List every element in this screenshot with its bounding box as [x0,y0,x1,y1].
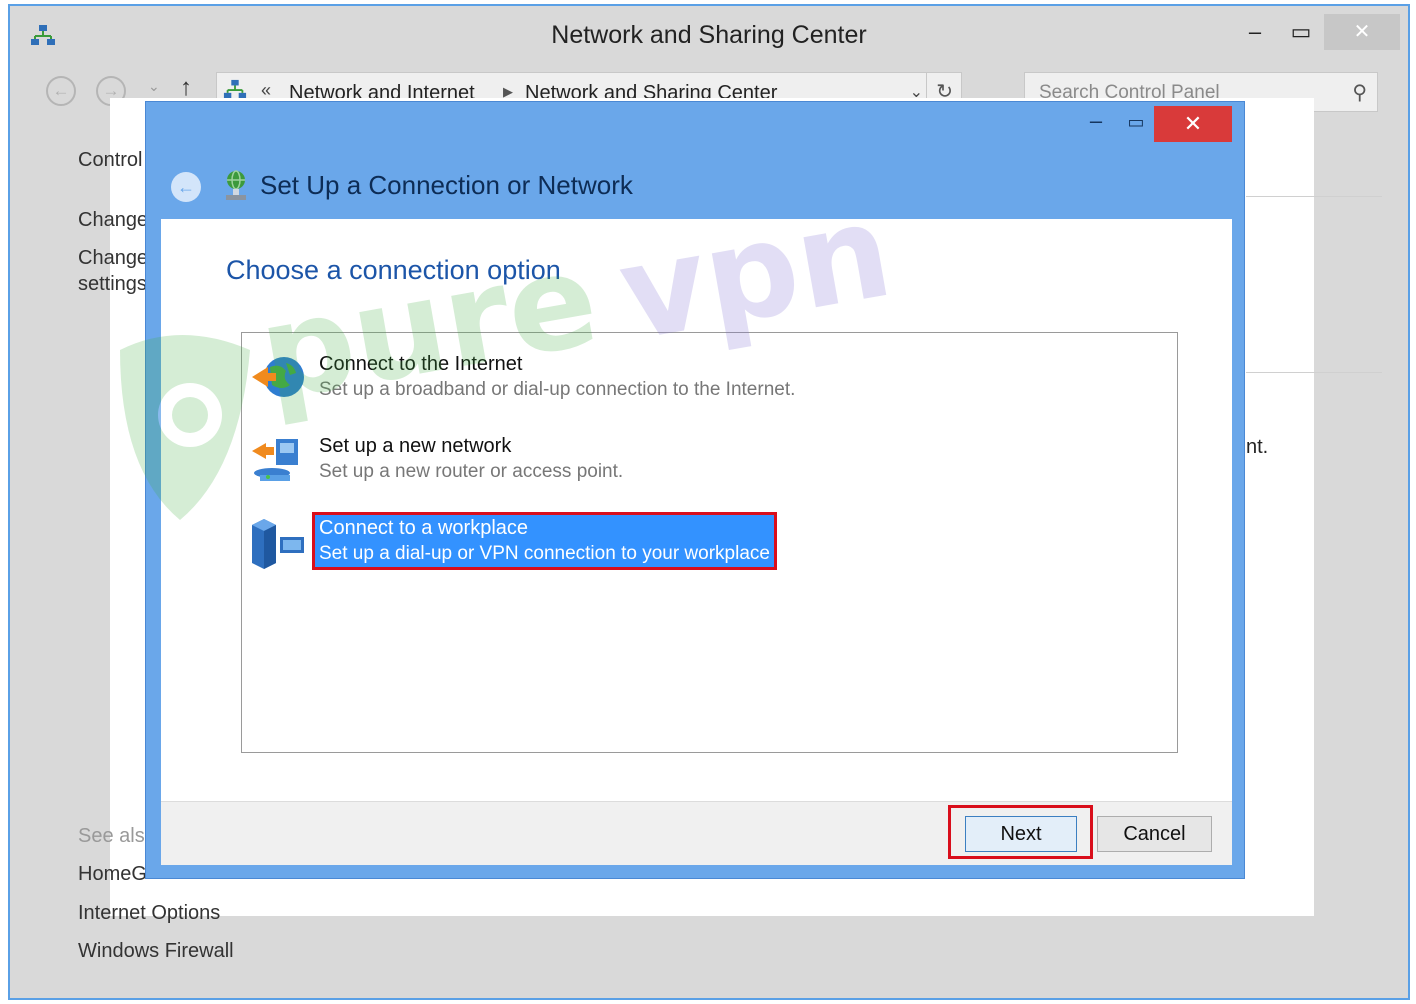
minimize-button[interactable]: ‒ [1232,14,1278,50]
instruction-heading: Choose a connection option [226,255,561,285]
link-homegroup[interactable]: HomeG [78,863,147,886]
dialog-back-icon[interactable]: ← [171,172,201,202]
maximize-button[interactable]: ▭ [1278,14,1324,50]
option-description: Set up a new router or access point. [319,461,624,482]
dialog-close-button[interactable]: ✕ [1154,106,1232,142]
divider [1246,196,1382,197]
back-arrow-icon[interactable]: ← [46,76,76,106]
workplace-icon [252,519,304,569]
network-setup-icon [226,170,246,200]
window-title: Network and Sharing Center [551,21,867,49]
option-description: Set up a dial-up or VPN connection to yo… [319,543,770,564]
search-icon[interactable]: ⚲ [1352,80,1367,105]
sidebar-item-control-panel[interactable]: Control [78,149,142,172]
connection-option-list[interactable]: Connect to the Internet Set up a broadba… [241,332,1178,753]
sidebar-item-change-sharing[interactable]: Change [78,247,148,270]
router-icon [252,439,298,481]
next-button[interactable]: Next [965,816,1077,852]
dialog-minimize-button[interactable]: ‒ [1076,110,1116,136]
sidebar-item-change-adapter[interactable]: Change [78,209,148,232]
option-title: Set up a new network [319,435,512,457]
dialog-body: Choose a connection option Connect to th… [161,219,1232,865]
option-title: Connect to the Internet [319,353,523,375]
option-new-network[interactable]: Set up a new network Set up a new router… [250,433,1150,493]
dialog-title: Set Up a Connection or Network [260,170,633,200]
link-internet-options[interactable]: Internet Options [78,902,220,925]
option-title: Connect to a workplace [319,517,529,539]
dialog-footer: Next Cancel [161,801,1232,865]
sidebar-item-settings[interactable]: settings [78,273,147,296]
link-windows-firewall[interactable]: Windows Firewall [78,940,234,963]
close-button[interactable]: ✕ [1324,14,1400,50]
option-connect-workplace[interactable]: Connect to a workplace Set up a dial-up … [250,512,1150,575]
truncated-text: nt. [1246,436,1269,458]
divider [1246,372,1382,373]
recent-pages-chevron-icon[interactable]: ⌄ [148,78,160,95]
option-description: Set up a broadband or dial-up connection… [319,379,796,400]
cancel-button[interactable]: Cancel [1097,816,1212,852]
dialog-maximize-button[interactable]: ▭ [1116,110,1156,136]
globe-icon [252,357,304,397]
setup-connection-dialog: ‒ ▭ ✕ ← Set Up a Connection or Network C… [145,101,1245,879]
option-connect-internet[interactable]: Connect to the Internet Set up a broadba… [250,351,1150,411]
